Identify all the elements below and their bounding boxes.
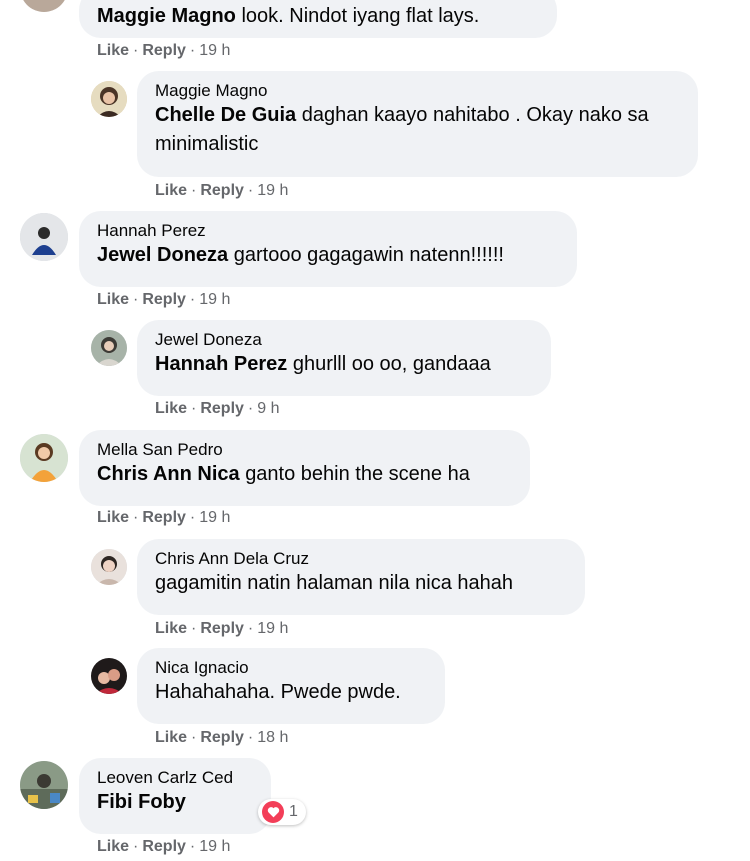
reply-button[interactable]: Reply <box>200 400 244 417</box>
comment-text: ghurlll oo oo, gandaaa <box>292 353 491 375</box>
avatar-photo-icon <box>20 213 68 261</box>
like-button[interactable]: Like <box>155 400 187 417</box>
comment-author[interactable]: Maggie Magno <box>155 81 680 101</box>
comment-mention[interactable]: Chelle De Guia <box>155 104 296 126</box>
avatar[interactable] <box>91 330 127 366</box>
reply-button[interactable]: Reply <box>200 620 244 637</box>
reply-button[interactable]: Reply <box>142 509 186 526</box>
reaction-badge[interactable]: 1 <box>258 799 306 825</box>
like-button[interactable]: Like <box>97 509 129 526</box>
comment-author[interactable]: Hannah Perez <box>97 221 559 241</box>
avatar-photo-icon <box>91 330 127 366</box>
reply-button[interactable]: Reply <box>200 182 244 199</box>
timestamp[interactable]: 19 h <box>257 182 288 199</box>
comment-text: ganto behin the scene ha <box>245 463 470 485</box>
comment-actions: Like · Reply · 19 h <box>155 182 289 199</box>
comment-author[interactable]: Leoven Carlz Ced <box>97 768 253 788</box>
like-button[interactable]: Like <box>97 42 129 59</box>
avatar[interactable] <box>20 761 68 809</box>
comment-actions: Like · Reply · 19 h <box>97 838 231 855</box>
comment-actions: Like · Reply · 19 h <box>97 42 231 59</box>
timestamp[interactable]: 19 h <box>257 620 288 637</box>
timestamp[interactable]: 19 h <box>199 291 230 308</box>
timestamp[interactable]: 19 h <box>199 509 230 526</box>
comment-actions: Like · Reply · 9 h <box>155 400 280 417</box>
comment-bubble: Leoven Carlz Ced Fibi Foby <box>79 758 271 834</box>
comment-bubble: Maggie Magno look. Nindot iyang flat lay… <box>79 0 557 38</box>
comment-bubble: Chris Ann Dela Cruz gagamitin natin hala… <box>137 539 585 615</box>
comment-mention[interactable]: Chris Ann Nica <box>97 463 240 485</box>
avatar[interactable] <box>91 658 127 694</box>
comment-author[interactable]: Jewel Doneza <box>155 330 533 350</box>
comment-actions: Like · Reply · 19 h <box>97 291 231 308</box>
comment-text: Hahahahaha. Pwede pwde. <box>155 681 401 703</box>
comment-text: gagamitin natin halaman nila nica hahah <box>155 572 514 594</box>
timestamp[interactable]: 18 h <box>257 729 288 746</box>
avatar[interactable] <box>20 0 68 12</box>
comment-author[interactable]: Mella San Pedro <box>97 440 512 460</box>
like-button[interactable]: Like <box>155 729 187 746</box>
comment-bubble: Maggie Magno Chelle De Guia daghan kaayo… <box>137 71 698 177</box>
comment-bubble: Hannah Perez Jewel Doneza gartooo gagaga… <box>79 211 577 287</box>
comment-text: gartooo gagagawin natenn!!!!!! <box>233 244 504 266</box>
avatar-photo-icon <box>20 761 68 809</box>
avatar-photo-icon <box>91 81 127 117</box>
reaction-count: 1 <box>289 803 298 820</box>
heart-icon <box>262 801 284 823</box>
comment-text: look. Nindot iyang flat lays. <box>241 5 480 27</box>
comment-bubble: Jewel Doneza Hannah Perez ghurlll oo oo,… <box>137 320 551 396</box>
reply-button[interactable]: Reply <box>142 838 186 855</box>
like-button[interactable]: Like <box>155 620 187 637</box>
comment-actions: Like · Reply · 19 h <box>155 620 289 637</box>
reply-button[interactable]: Reply <box>142 42 186 59</box>
comment-mention[interactable]: Fibi Foby <box>97 791 186 813</box>
avatar-photo-icon <box>20 434 68 482</box>
avatar[interactable] <box>91 549 127 585</box>
comment-mention[interactable]: Jewel Doneza <box>97 244 228 266</box>
timestamp[interactable]: 19 h <box>199 838 230 855</box>
comment-actions: Like · Reply · 18 h <box>155 729 289 746</box>
timestamp[interactable]: 9 h <box>257 400 279 417</box>
comment-actions: Like · Reply · 19 h <box>97 509 231 526</box>
comment-bubble: Nica Ignacio Hahahahaha. Pwede pwde. <box>137 648 445 724</box>
comment-author[interactable]: Maggie Magno <box>97 5 236 27</box>
comment-author[interactable]: Chris Ann Dela Cruz <box>155 549 567 569</box>
reply-button[interactable]: Reply <box>200 729 244 746</box>
avatar-photo-icon <box>91 549 127 585</box>
avatar[interactable] <box>91 81 127 117</box>
avatar[interactable] <box>20 213 68 261</box>
like-button[interactable]: Like <box>155 182 187 199</box>
comment-author[interactable]: Nica Ignacio <box>155 658 427 678</box>
like-button[interactable]: Like <box>97 838 129 855</box>
reply-button[interactable]: Reply <box>142 291 186 308</box>
comment-bubble: Mella San Pedro Chris Ann Nica ganto beh… <box>79 430 530 506</box>
like-button[interactable]: Like <box>97 291 129 308</box>
comment-mention[interactable]: Hannah Perez <box>155 353 287 375</box>
avatar-photo-icon <box>91 658 127 694</box>
avatar[interactable] <box>20 434 68 482</box>
timestamp[interactable]: 19 h <box>199 42 230 59</box>
